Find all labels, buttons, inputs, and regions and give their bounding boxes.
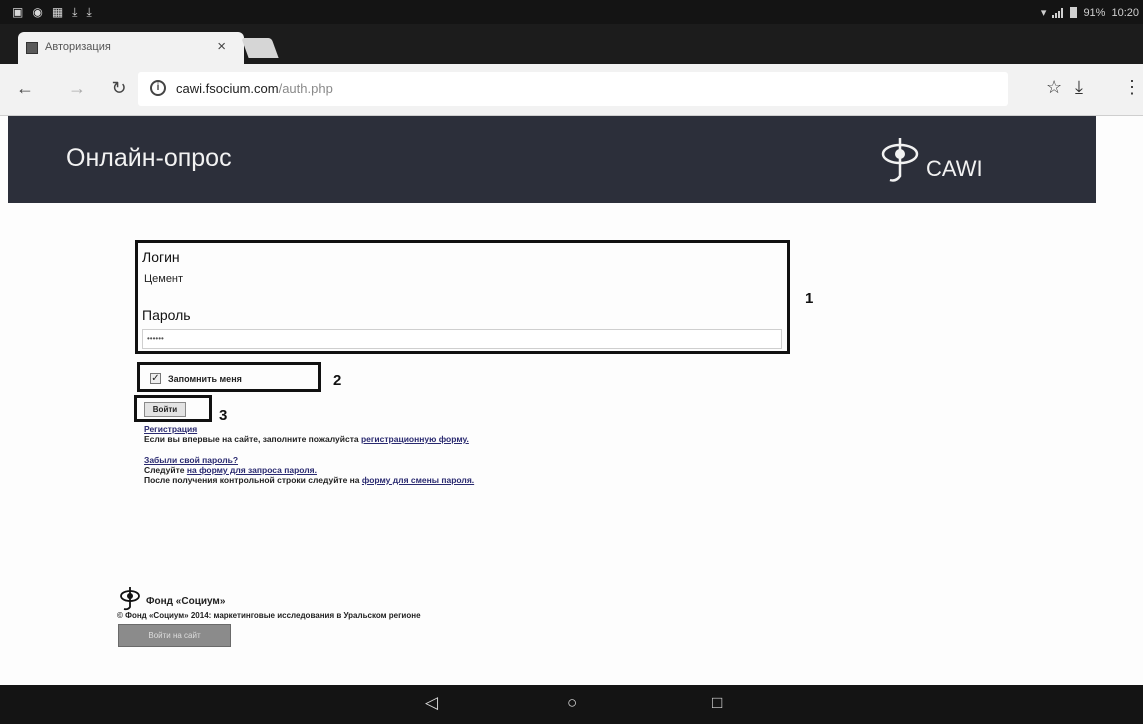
battery-icon xyxy=(1070,7,1078,18)
system-icons: ▾ 91% 10:20 xyxy=(1040,6,1139,20)
credentials-box: Логин Цемент Пароль •••••• xyxy=(135,240,790,354)
page-title: Онлайн-опрос xyxy=(66,144,232,172)
remember-label: Запомнить меня xyxy=(168,374,242,384)
register-link[interactable]: Регистрация xyxy=(144,424,197,434)
screen: ▣ ◉ ▦ ⤓ ⤓ ▾ 91% 10:20 Авторизация × ← → … xyxy=(0,0,1143,724)
close-tab-icon[interactable]: × xyxy=(217,38,226,55)
register-text: Если вы впервые на сайте, заполните пожа… xyxy=(144,434,361,444)
android-nav-bar: ◁ ○ □ xyxy=(0,685,1143,724)
copyright-text: © Фонд «Социум» 2014: маркетинговые иссл… xyxy=(117,611,421,620)
recents-square-icon[interactable]: □ xyxy=(712,693,722,713)
annotation-2: 2 xyxy=(333,372,342,389)
submit-box: Войти xyxy=(134,395,212,422)
download-page-icon[interactable]: ⤓ xyxy=(1075,77,1083,98)
download-icon: ⤓ xyxy=(86,5,92,19)
after-text: После получения контрольной строки следу… xyxy=(144,475,362,485)
fond-logo-icon xyxy=(120,587,140,611)
remember-box: ✓ Запомнить меня xyxy=(137,362,321,392)
password-input[interactable]: •••••• xyxy=(142,329,782,349)
download-icon: ⤓ xyxy=(72,5,78,19)
login-button[interactable]: Войти xyxy=(144,402,186,417)
login-input[interactable]: Цемент xyxy=(144,273,183,285)
site-header: Онлайн-опрос CAWI xyxy=(8,116,1096,203)
back-arrow-icon[interactable]: ← xyxy=(14,78,36,99)
new-tab-button[interactable] xyxy=(241,38,279,58)
forgot-password-link[interactable]: Забыли свой пароль? xyxy=(144,455,238,465)
vpn-icon: ◉ xyxy=(32,5,43,19)
menu-kebab-icon[interactable]: ⋮ xyxy=(1123,77,1141,98)
cawi-logo: CAWI xyxy=(878,132,1018,188)
browser-toolbar: ← → ↻ i cawi.fsocium.com/auth.php ☆ ⤓ ⋮ xyxy=(0,64,1143,116)
favicon-icon xyxy=(26,42,38,54)
calendar-icon: ▦ xyxy=(51,5,64,19)
clock: 10:20 xyxy=(1111,6,1139,19)
home-circle-icon[interactable]: ○ xyxy=(567,693,577,713)
address-bar[interactable]: i cawi.fsocium.com/auth.php xyxy=(138,72,1008,106)
image-icon: ▣ xyxy=(12,5,24,19)
forgot-follow-text: Следуйте xyxy=(144,465,187,475)
help-links: Регистрация Если вы впервые на сайте, за… xyxy=(144,424,474,485)
register-form-link[interactable]: регистрационную форму. xyxy=(361,434,469,444)
password-change-link[interactable]: форму для смены пароля. xyxy=(362,475,474,485)
url-path: /auth.php xyxy=(278,81,333,96)
annotation-1: 1 xyxy=(805,290,814,307)
battery-percent: 91% xyxy=(1083,6,1106,19)
forward-arrow-icon[interactable]: → xyxy=(66,78,88,99)
notification-icons: ▣ ◉ ▦ ⤓ ⤓ xyxy=(12,5,92,20)
fond-name: Фонд «Социум» xyxy=(146,596,226,607)
tab-strip: Авторизация × xyxy=(0,24,1143,64)
password-label: Пароль xyxy=(142,307,191,323)
password-request-link[interactable]: на форму для запроса пароля. xyxy=(187,465,317,475)
reload-icon[interactable]: ↻ xyxy=(108,78,130,99)
logo-text: CAWI xyxy=(926,156,983,181)
wifi-icon: ▾ xyxy=(1040,7,1047,19)
password-value: •••••• xyxy=(147,334,164,343)
bookmark-star-icon[interactable]: ☆ xyxy=(1046,77,1062,98)
annotation-3: 3 xyxy=(219,407,228,424)
url-host: cawi.fsocium.com xyxy=(176,81,279,96)
status-bar: ▣ ◉ ▦ ⤓ ⤓ ▾ 91% 10:20 xyxy=(0,0,1143,24)
url-text: cawi.fsocium.com/auth.php xyxy=(176,81,333,96)
signal-icon xyxy=(1052,7,1064,18)
browser-tab[interactable]: Авторизация × xyxy=(18,32,244,64)
info-icon[interactable]: i xyxy=(150,80,166,96)
socium-eye-logo-icon xyxy=(881,138,919,182)
tab-title: Авторизация xyxy=(45,41,111,53)
enter-site-button[interactable]: Войти на сайт xyxy=(118,624,231,647)
back-triangle-icon[interactable]: ◁ xyxy=(425,693,438,713)
login-label: Логин xyxy=(142,249,180,265)
remember-checkbox[interactable]: ✓ xyxy=(150,373,161,384)
